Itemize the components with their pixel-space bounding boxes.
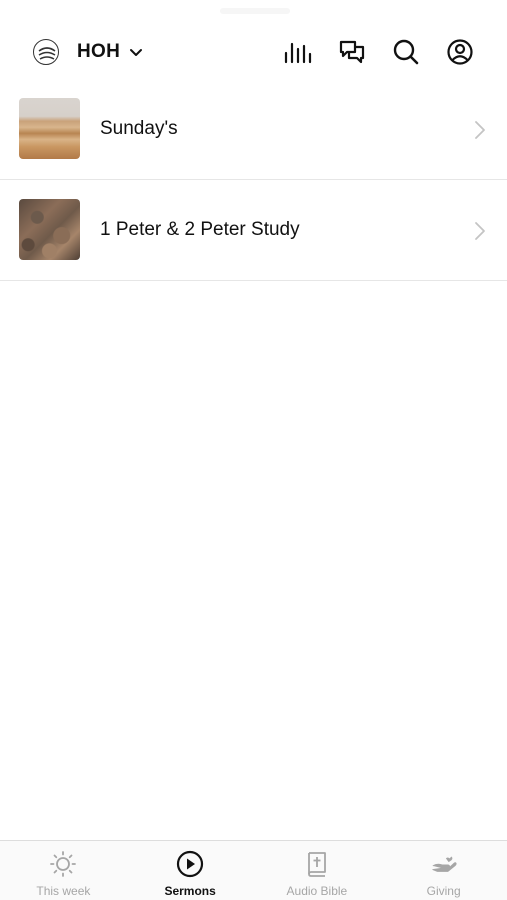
sun-icon [49, 850, 77, 878]
sermon-series-list: Sunday's 1 Peter & 2 Peter Study [0, 79, 507, 281]
search-icon[interactable] [391, 37, 421, 67]
chevron-right-icon [473, 221, 487, 241]
chevron-right-icon [473, 120, 487, 140]
app-screen: HOH Sunday's 1 Peter & 2 Peter Study Thi… [0, 0, 507, 900]
chevron-down-icon [128, 44, 144, 60]
list-item[interactable]: 1 Peter & 2 Peter Study [0, 180, 507, 281]
profile-icon[interactable] [445, 37, 475, 67]
bible-icon [303, 850, 331, 878]
header: HOH [0, 0, 507, 88]
tab-label: Audio Bible [286, 884, 348, 898]
tab-sermons[interactable]: Sermons [127, 841, 254, 900]
list-item-label: Sunday's [100, 118, 178, 139]
header-actions [283, 37, 475, 67]
tab-label: Sermons [164, 884, 216, 898]
tab-label: Giving [426, 884, 461, 898]
tab-audio-bible[interactable]: Audio Bible [254, 841, 381, 900]
list-item[interactable]: Sunday's [0, 79, 507, 180]
tab-this-week[interactable]: This week [0, 841, 127, 900]
hand-icon [430, 850, 458, 878]
chat-bubbles-icon[interactable] [337, 37, 367, 67]
audio-bars-icon[interactable] [283, 37, 313, 67]
org-switcher-button[interactable]: HOH [33, 38, 144, 66]
church-logo-icon [33, 39, 59, 65]
play-circle-icon [176, 850, 204, 878]
desert-dunes-thumbnail [19, 98, 80, 159]
bottom-tab-bar: This week Sermons Audio Bible Giving [0, 840, 507, 900]
list-item-label: 1 Peter & 2 Peter Study [100, 219, 300, 240]
rocky-terrain-thumbnail [19, 199, 80, 260]
org-name: HOH [77, 41, 121, 62]
tab-giving[interactable]: Giving [380, 841, 507, 900]
tab-label: This week [36, 884, 91, 898]
